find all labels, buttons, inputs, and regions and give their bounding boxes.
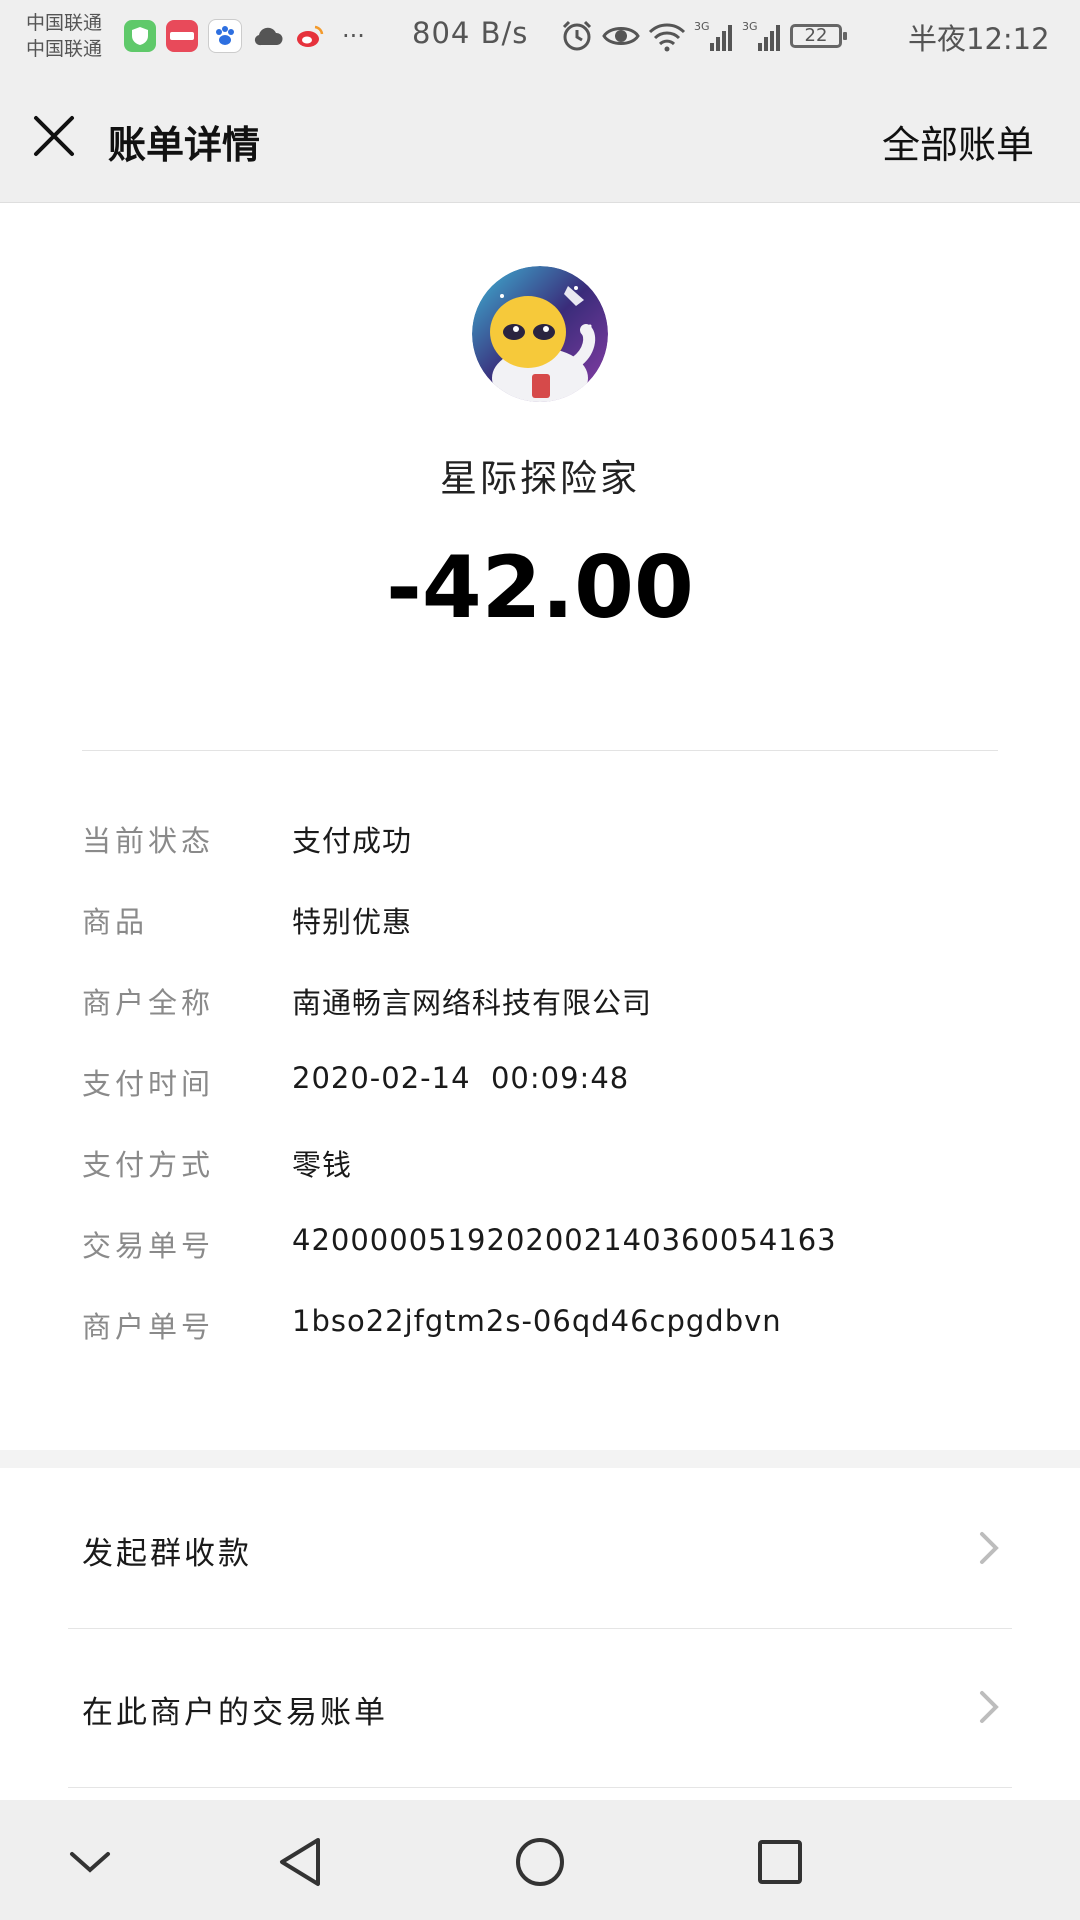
detail-value: 支付成功 bbox=[292, 824, 413, 858]
bill-details: 当前状态 支付成功 商品 特别优惠 商户全称 南通畅言网络科技有限公司 支付时间… bbox=[82, 818, 1002, 1385]
carrier-info: 中国联通 中国联通 bbox=[26, 10, 102, 62]
detail-value: 4200000519202002140360054163 bbox=[292, 1223, 837, 1257]
signal-3g-icon: 3G bbox=[694, 20, 732, 51]
all-bills-link[interactable]: 全部账单 bbox=[882, 114, 1034, 169]
close-button[interactable] bbox=[30, 112, 78, 160]
system-icons: 3G 3G 22 bbox=[560, 16, 847, 56]
action-label: 发起群收款 bbox=[82, 1536, 252, 1572]
carrier-1: 中国联通 bbox=[26, 12, 103, 34]
home-button[interactable] bbox=[510, 1832, 570, 1892]
back-triangle-icon bbox=[280, 1838, 320, 1886]
detail-label: 支付方式 bbox=[82, 1148, 215, 1182]
detail-row-method: 支付方式 零钱 bbox=[82, 1142, 1002, 1223]
cloud-app-icon bbox=[252, 20, 284, 52]
detail-label: 商品 bbox=[82, 905, 149, 939]
chevron-right-icon bbox=[980, 1691, 999, 1723]
back-button[interactable] bbox=[270, 1832, 330, 1892]
status-bar: 中国联通 中国联通 ··· 804 B/s 3G 3G 22 半夜12:12 bbox=[0, 0, 1080, 72]
detail-row-product: 商品 特别优惠 bbox=[82, 899, 1002, 980]
detail-row-status: 当前状态 支付成功 bbox=[82, 818, 1002, 899]
battery-icon: 22 bbox=[790, 24, 847, 48]
chevron-right-icon bbox=[980, 1532, 999, 1564]
xiaohongshu-app-icon bbox=[166, 20, 198, 52]
detail-label: 支付时间 bbox=[82, 1067, 215, 1101]
eye-icon bbox=[602, 27, 640, 45]
detail-value: 南通畅言网络科技有限公司 bbox=[292, 986, 653, 1020]
detail-value: 特别优惠 bbox=[292, 905, 413, 939]
detail-row-time: 支付时间 2020-02-14 00:09:48 bbox=[82, 1061, 1002, 1142]
home-circle-icon bbox=[516, 1838, 564, 1886]
payment-amount: -42.00 bbox=[386, 538, 694, 638]
detail-label: 商户单号 bbox=[82, 1310, 215, 1344]
section-separator bbox=[0, 1450, 1080, 1468]
svg-text:3G: 3G bbox=[694, 20, 710, 33]
baidu-app-icon bbox=[208, 19, 242, 53]
group-collect-button[interactable]: 发起群收款 bbox=[68, 1470, 1012, 1629]
detail-label: 交易单号 bbox=[82, 1229, 215, 1263]
svg-text:3G: 3G bbox=[742, 20, 758, 33]
detail-label: 当前状态 bbox=[82, 824, 215, 858]
recents-square-icon bbox=[758, 1840, 802, 1884]
weibo-app-icon bbox=[294, 20, 326, 52]
merchant-bills-button[interactable]: 在此商户的交易账单 bbox=[68, 1629, 1012, 1788]
merchant-name: 星际探险家 bbox=[440, 457, 640, 500]
detail-value: 2020-02-14 00:09:48 bbox=[292, 1061, 630, 1095]
detail-row-merchant: 商户全称 南通畅言网络科技有限公司 bbox=[82, 980, 1002, 1061]
detail-row-merchant-order-id: 商户单号 1bso22jfgtm2s-06qd46cpgdbvn bbox=[82, 1304, 1002, 1385]
alarm-icon bbox=[562, 20, 592, 51]
wifi-icon bbox=[648, 23, 686, 52]
divider bbox=[82, 750, 998, 751]
alien-astronaut-icon bbox=[472, 266, 608, 402]
merchant-avatar bbox=[472, 266, 608, 402]
carrier-2: 中国联通 bbox=[26, 38, 103, 60]
title-bar: 账单详情 全部账单 bbox=[0, 72, 1080, 203]
clock: 半夜12:12 bbox=[908, 22, 1050, 56]
shield-app-icon bbox=[124, 20, 156, 52]
detail-value: 零钱 bbox=[292, 1148, 353, 1182]
chevron-down-icon bbox=[70, 1852, 110, 1873]
page-title: 账单详情 bbox=[108, 123, 261, 167]
detail-label: 商户全称 bbox=[82, 986, 215, 1020]
close-icon bbox=[34, 116, 74, 156]
signal-3g-icon-2: 3G bbox=[742, 20, 780, 51]
notification-icons: ··· bbox=[124, 18, 365, 54]
net-speed: 804 B/s bbox=[412, 16, 529, 50]
detail-value: 1bso22jfgtm2s-06qd46cpgdbvn bbox=[292, 1304, 782, 1338]
recents-button[interactable] bbox=[750, 1832, 810, 1892]
hide-keyboard-button[interactable] bbox=[60, 1832, 120, 1892]
more-icon: ··· bbox=[342, 22, 365, 50]
navigation-bar bbox=[0, 1800, 1080, 1920]
action-label: 在此商户的交易账单 bbox=[82, 1695, 388, 1731]
detail-row-transaction-id: 交易单号 4200000519202002140360054163 bbox=[82, 1223, 1002, 1304]
